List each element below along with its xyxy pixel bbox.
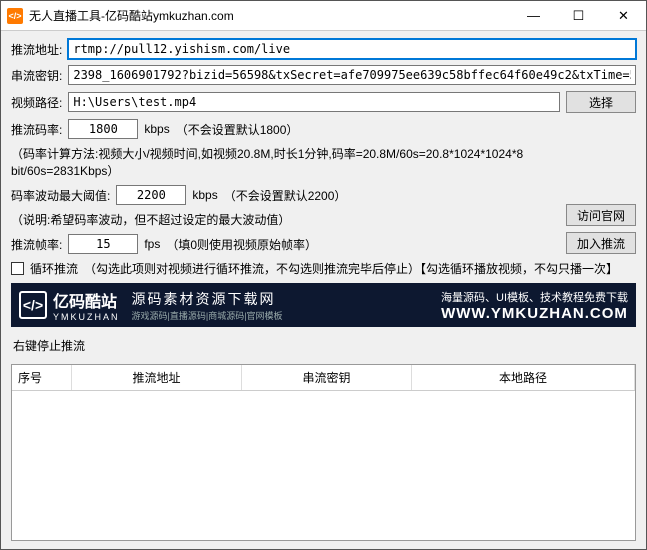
close-button[interactable]: ✕	[601, 1, 646, 31]
fps-note: （填0则使用视频原始帧率）	[166, 236, 317, 253]
stream-table[interactable]: 序号 推流地址 串流密钥 本地路径	[11, 364, 636, 541]
fluctuation-unit: kbps	[192, 188, 217, 202]
minimize-button[interactable]: —	[511, 1, 556, 31]
banner-brand-en: YMKUZHAN	[53, 312, 120, 322]
col-path[interactable]: 本地路径	[412, 365, 635, 390]
push-url-input[interactable]	[68, 39, 636, 59]
stream-key-input[interactable]	[68, 65, 636, 85]
fps-unit: fps	[144, 237, 160, 251]
banner-mid-bottom: 游戏源码|直播源码|商城源码|官网模板	[132, 309, 283, 322]
bitrate-input[interactable]	[68, 119, 138, 139]
loop-label: 循环推流	[30, 260, 78, 277]
col-url[interactable]: 推流地址	[72, 365, 242, 390]
fluctuation-note: （不会设置默认2200）	[224, 187, 347, 204]
table-help: 右键停止推流	[11, 333, 636, 358]
client-area: 推流地址: 串流密钥: 视频路径: 选择 推流码率: kbps （不会设置默认1…	[1, 31, 646, 549]
loop-note: （勾选此项则对视频进行循环推流，不勾选则推流完毕后停止）【勾选循环播放视频，不勾…	[84, 260, 618, 277]
table-header: 序号 推流地址 串流密钥 本地路径	[12, 365, 635, 391]
visit-site-button[interactable]: 访问官网	[566, 204, 636, 226]
fluctuation-help: （说明:希望码率波动，但不超过设定的最大波动值）	[11, 211, 558, 228]
bitrate-note: （不会设置默认1800）	[176, 121, 299, 138]
browse-button[interactable]: 选择	[566, 91, 636, 113]
promo-banner[interactable]: </> 亿码酷站 YMKUZHAN 源码素材资源下载网 游戏源码|直播源码|商城…	[11, 283, 636, 327]
app-window: </> 无人直播工具-亿码酷站ymkuzhan.com — ☐ ✕ 推流地址: …	[0, 0, 647, 550]
fluctuation-label: 码率波动最大阈值:	[11, 187, 110, 204]
titlebar[interactable]: </> 无人直播工具-亿码酷站ymkuzhan.com — ☐ ✕	[1, 1, 646, 31]
code-icon: </>	[19, 291, 47, 319]
loop-checkbox[interactable]	[11, 262, 24, 275]
window-title: 无人直播工具-亿码酷站ymkuzhan.com	[29, 7, 511, 24]
banner-logo: </> 亿码酷站 YMKUZHAN	[19, 288, 120, 322]
col-num[interactable]: 序号	[12, 365, 72, 390]
banner-url: WWW.YMKUZHAN.COM	[441, 305, 628, 322]
banner-right-top: 海量源码、UI模板、技术教程免费下载	[441, 289, 628, 305]
fluctuation-input[interactable]	[116, 185, 186, 205]
col-key[interactable]: 串流密钥	[242, 365, 412, 390]
bitrate-label: 推流码率:	[11, 121, 62, 138]
stream-key-label: 串流密钥:	[11, 67, 62, 84]
app-icon: </>	[7, 8, 23, 24]
bitrate-unit: kbps	[144, 122, 169, 136]
fps-input[interactable]	[68, 234, 138, 254]
bitrate-help: （码率计算方法:视频大小/视频时间,如视频20.8M,时长1分钟,码率=20.8…	[11, 145, 558, 179]
fps-label: 推流帧率:	[11, 236, 62, 253]
video-path-input[interactable]	[68, 92, 560, 112]
video-path-label: 视频路径:	[11, 94, 62, 111]
banner-brand-cn: 亿码酷站	[53, 288, 120, 312]
banner-mid-top: 源码素材资源下载网	[132, 289, 283, 309]
push-url-label: 推流地址:	[11, 41, 62, 58]
table-body[interactable]	[12, 391, 635, 540]
maximize-button[interactable]: ☐	[556, 1, 601, 31]
add-stream-button[interactable]: 加入推流	[566, 232, 636, 254]
